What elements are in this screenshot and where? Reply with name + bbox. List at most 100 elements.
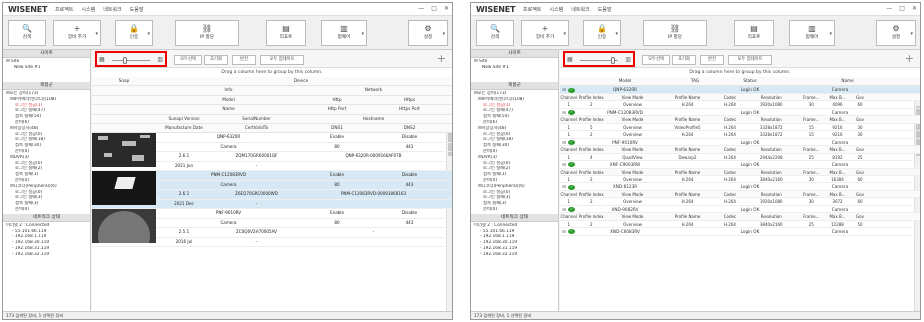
profile-row[interactable]: 1 2 Overview H.264 H.264 1920x1080 30 4096 60 bbox=[560, 101, 920, 109]
reset-button[interactable]: 초기화 bbox=[204, 55, 228, 65]
toolbar-button-report[interactable]: ▤ 리포트 bbox=[734, 20, 774, 46]
device-group-row[interactable]: ⊟ ✓ XND-C6083RV Login OK Camera bbox=[560, 228, 920, 236]
grid-header-row: Snap Device bbox=[92, 77, 452, 87]
maximize-button[interactable]: □ bbox=[431, 5, 437, 12]
maximize-button[interactable]: □ bbox=[899, 5, 905, 12]
toolbar-button-report[interactable]: ▤ 리포트 bbox=[266, 20, 306, 46]
menu-item[interactable]: 프로젝트 bbox=[523, 6, 541, 13]
toolbar-button-lock[interactable]: 🔒 인증 ▾ bbox=[115, 20, 153, 46]
select-all-button[interactable]: 모두선택 bbox=[174, 55, 202, 65]
menu-item[interactable]: 시스템 bbox=[549, 6, 563, 13]
group-by-hint: Drag a column here to group by this colu… bbox=[221, 70, 323, 75]
add-column-icon[interactable]: + bbox=[437, 52, 446, 65]
gear-icon: ⚙ bbox=[424, 24, 432, 33]
profile-column-header: Codec bbox=[723, 147, 737, 153]
chevron-down-icon[interactable]: ▾ bbox=[361, 31, 364, 37]
device-group-row[interactable]: ⊟ ✓ XND-9082RV Login OK Camera bbox=[560, 206, 920, 214]
device-name: Camera bbox=[831, 87, 849, 93]
update-all-button[interactable]: 모두 업데이트 bbox=[728, 55, 772, 65]
reset-button[interactable]: 초기화 bbox=[672, 55, 696, 65]
toolbar-button-gear[interactable]: ⚙ 설정 ▾ bbox=[876, 20, 916, 46]
profile-row[interactable]: 1 5 Overview VideoProfile5 H.264 3328x1872 15 9… bbox=[560, 124, 920, 132]
device-group-row[interactable]: ⊟ ✓ QNP-6320R Login OK Camera bbox=[560, 86, 920, 94]
toolbar-button-network[interactable]: ⛓ IP 할당 bbox=[175, 20, 239, 46]
device-status: Login OK bbox=[740, 139, 760, 145]
zoom-slider[interactable]: ▦ ▥ bbox=[95, 51, 167, 67]
network-item[interactable]: - 192.168.32.119 bbox=[6, 252, 87, 258]
expand-icon[interactable]: ⊟ bbox=[560, 228, 568, 235]
toolbar-button-search[interactable]: 🔍 검색 bbox=[8, 20, 46, 46]
invert-button[interactable]: 반전 bbox=[700, 55, 724, 65]
toolbar-button-search[interactable]: 🔍 검색 bbox=[476, 20, 514, 46]
network-item[interactable]: - 192.168.32.119 bbox=[474, 252, 555, 258]
profile-row[interactable]: 1 2 Overview H.264 H.264 1920x1080 30 3072 60 bbox=[560, 198, 920, 206]
profile-row[interactable]: 1 2 Overview H.264 H.264 3840x2160 25 12288 50 bbox=[560, 221, 920, 229]
expand-icon[interactable]: ⊟ bbox=[560, 206, 568, 213]
device-block[interactable]: PNF-9010RV Enable Disable Camera 80 443 2.5.1 Z… bbox=[92, 209, 452, 248]
close-button[interactable]: ✕ bbox=[912, 5, 917, 12]
toolbar-button-gear[interactable]: ⚙ 설정 ▾ bbox=[408, 20, 448, 46]
device-group-row[interactable]: ⊟ ✓ PNM-C12083RVD Login OK Camera bbox=[560, 109, 920, 117]
grid-header-row: Model Http Https bbox=[92, 95, 452, 106]
site-child[interactable]: New Site #1 bbox=[6, 65, 87, 71]
chevron-down-icon[interactable]: ▾ bbox=[829, 31, 832, 37]
minimize-button[interactable]: — bbox=[418, 5, 424, 12]
device-snapshot[interactable] bbox=[92, 171, 156, 206]
device-group-row[interactable]: ⊟ ✓ XND-6123R Login OK Camera bbox=[560, 183, 920, 191]
column-header: Http bbox=[332, 96, 342, 102]
expand-icon[interactable]: ⊟ bbox=[560, 86, 568, 93]
device-block[interactable]: QNP-6320R Enable Disable Camera 80 443 2.6.1 ZQ… bbox=[92, 133, 452, 172]
profile-cell: 1 bbox=[567, 221, 571, 227]
chevron-down-icon[interactable]: ▾ bbox=[615, 31, 618, 37]
product-tree-item[interactable]: 준비(0) bbox=[474, 207, 555, 213]
product-tree-item[interactable]: 준비(0) bbox=[6, 207, 87, 213]
profile-row[interactable]: 1 2 Overview H.264 H.264 3840x2160 30 16384 60 bbox=[560, 176, 920, 184]
chevron-down-icon[interactable]: ▾ bbox=[95, 31, 98, 37]
device-group-row[interactable]: ⊟ ✓ PNF-9010RV Login OK Camera bbox=[560, 139, 920, 147]
update-all-button[interactable]: 모두 업데이트 bbox=[260, 55, 304, 65]
expand-icon[interactable]: ⊟ bbox=[560, 161, 568, 168]
expand-icon[interactable]: ⊟ bbox=[560, 139, 568, 146]
device-snapshot[interactable] bbox=[92, 209, 156, 244]
zoom-slider[interactable]: ▦ ▥ bbox=[563, 51, 635, 67]
invert-button[interactable]: 반전 bbox=[232, 55, 256, 65]
toolbar-button-network[interactable]: ⛓ IP 할당 bbox=[643, 20, 707, 46]
slider-thumb[interactable] bbox=[611, 57, 615, 64]
profile-cell: Overview bbox=[623, 176, 642, 182]
chevron-down-icon[interactable]: ▾ bbox=[442, 31, 445, 37]
toolbar-button-add[interactable]: + 장비 추가 ▾ bbox=[53, 20, 101, 46]
close-button[interactable]: ✕ bbox=[444, 5, 449, 12]
menu-item[interactable]: 네트워크 bbox=[571, 6, 589, 13]
toolbar-button-lock[interactable]: 🔒 인증 ▾ bbox=[583, 20, 621, 46]
profile-cell: Overview bbox=[623, 124, 642, 130]
profile-row[interactable]: 1 2 Overview H.264 H.264 3328x1872 15 9216 30 bbox=[560, 131, 920, 139]
chevron-down-icon[interactable]: ▾ bbox=[563, 31, 566, 37]
minimize-button[interactable]: — bbox=[886, 5, 892, 12]
chevron-down-icon[interactable]: ▾ bbox=[147, 31, 150, 37]
expand-icon[interactable]: ⊟ bbox=[560, 183, 568, 190]
device-group-row[interactable]: ⊟ ✓ XNF-C9003RW Login OK Camera bbox=[560, 161, 920, 169]
expand-icon[interactable]: ⊟ bbox=[560, 109, 568, 116]
profile-column-header: Max B... bbox=[829, 147, 846, 153]
menu-item[interactable]: 시스템 bbox=[81, 6, 95, 13]
site-child[interactable]: New Site #1 bbox=[474, 65, 555, 71]
chevron-down-icon[interactable]: ▾ bbox=[910, 31, 913, 37]
menu-item[interactable]: 도움말 bbox=[130, 6, 144, 13]
device-block[interactable]: PNM-C12083RVD Enable Disable Camera 80 443 2.6… bbox=[92, 171, 452, 210]
site-root-label: Site bbox=[478, 59, 488, 64]
add-column-icon[interactable]: + bbox=[905, 52, 914, 65]
toolbar-button-add[interactable]: + 장비 추가 ▾ bbox=[521, 20, 569, 46]
select-all-button[interactable]: 모두선택 bbox=[642, 55, 670, 65]
device-snapshot[interactable] bbox=[92, 133, 156, 168]
profile-header-row: Channel Profile Index View Mode Profile Nam… bbox=[560, 168, 920, 176]
profile-column-header: Frame... bbox=[803, 169, 820, 175]
toolbar-button-firmware[interactable]: ▥ 펌웨어 ▾ bbox=[789, 20, 835, 46]
profile-row[interactable]: 1 4 QuadView Dewarp2 H.264 2944x2208 25 8192 25 bbox=[560, 154, 920, 161]
menu-item[interactable]: 도움말 bbox=[598, 6, 612, 13]
menu-item[interactable]: 네트워크 bbox=[103, 6, 121, 13]
toolbar-button-firmware[interactable]: ▥ 펌웨어 ▾ bbox=[321, 20, 367, 46]
device-status: Login OK bbox=[740, 229, 760, 235]
slider-thumb[interactable] bbox=[123, 57, 127, 64]
menu-item[interactable]: 프로젝트 bbox=[55, 6, 73, 13]
product-tree-label: IP카메라(엔코더)(108) bbox=[13, 96, 57, 102]
